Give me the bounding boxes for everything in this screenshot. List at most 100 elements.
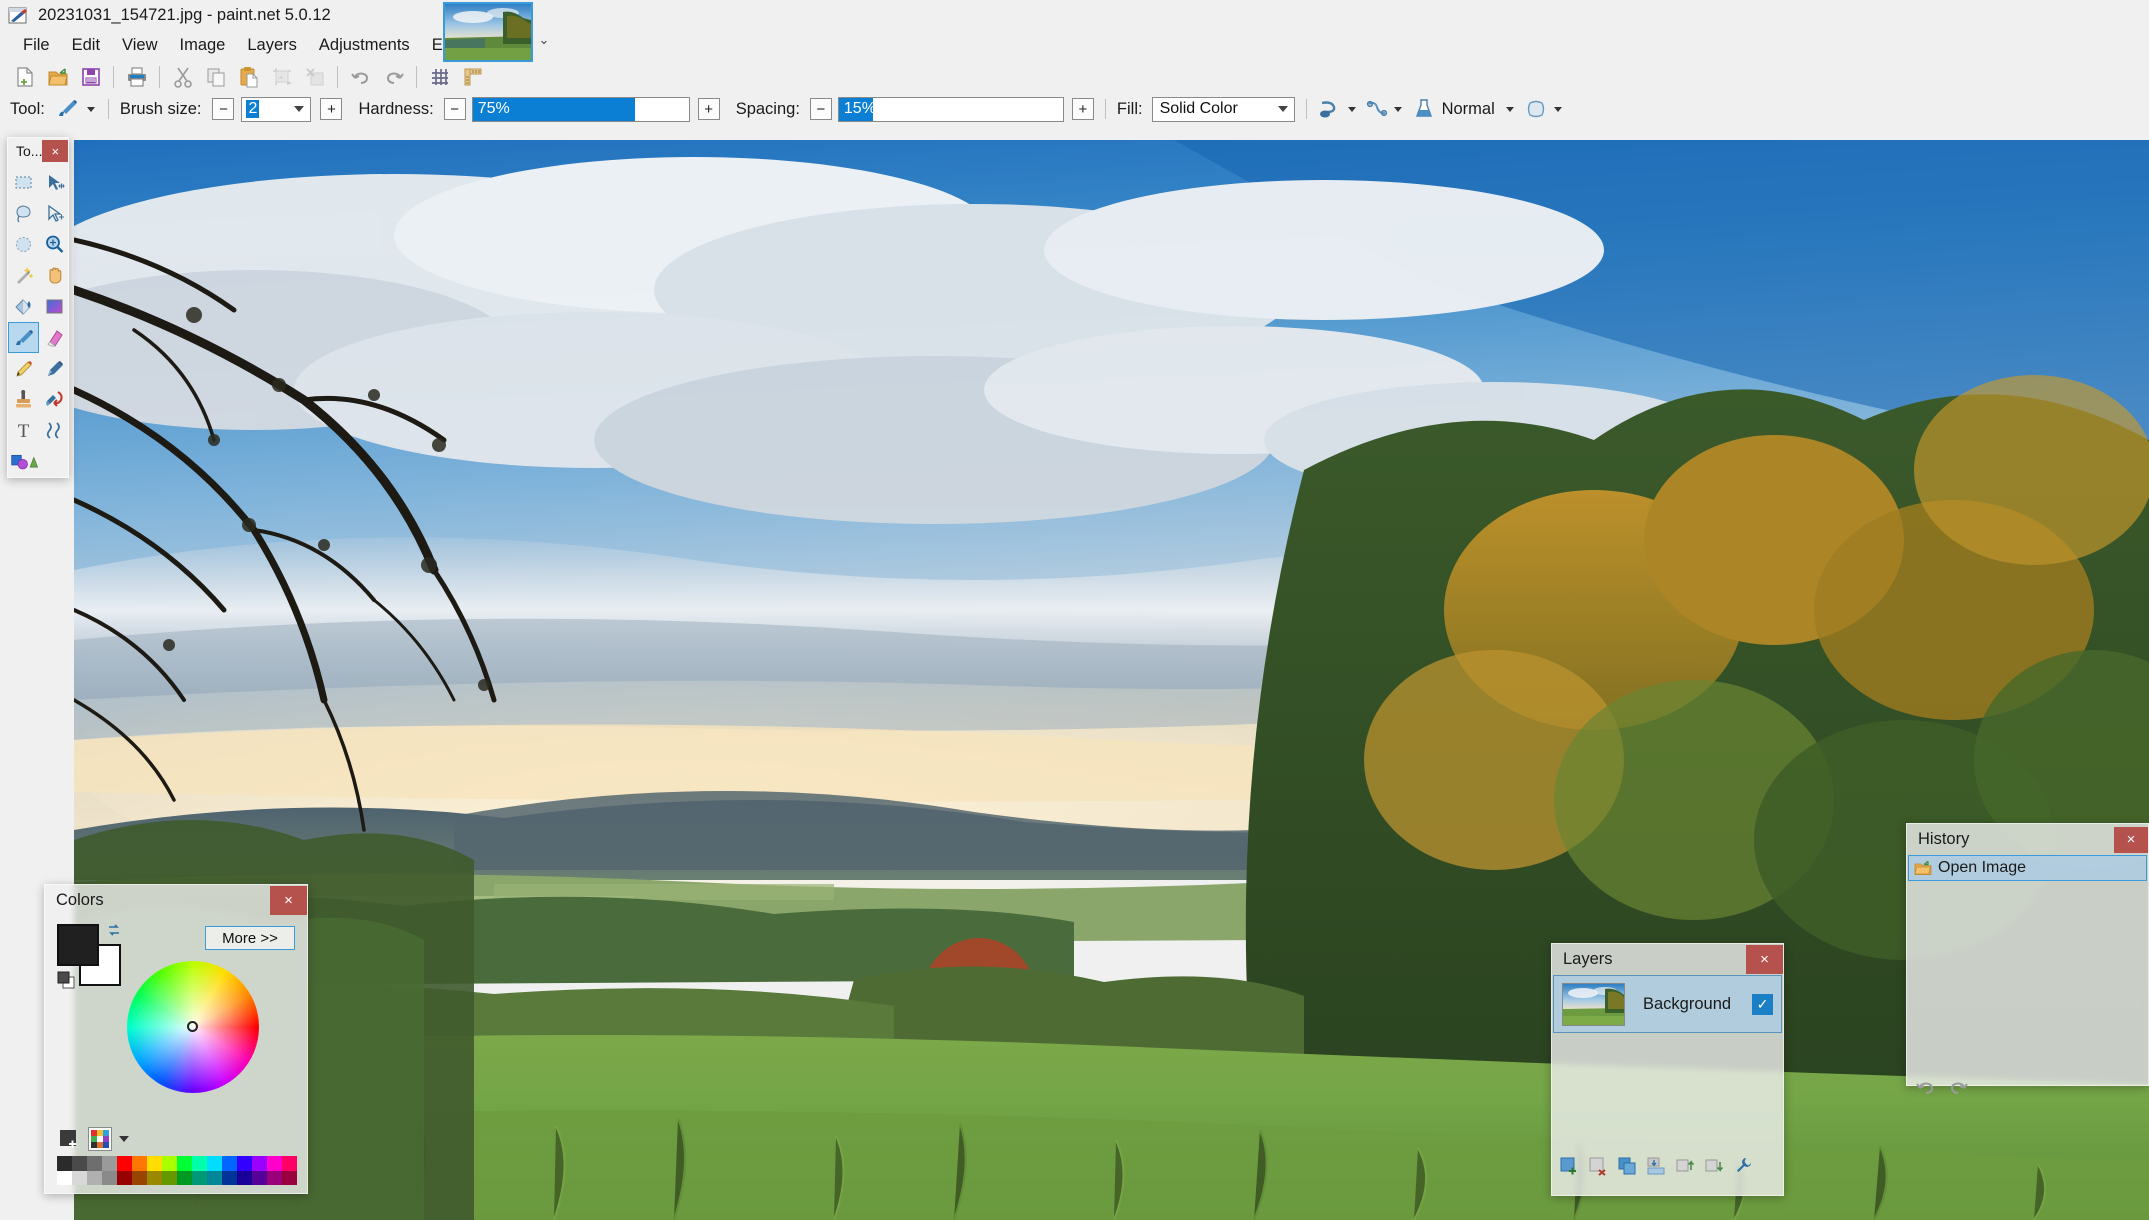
palette-swatch-row-2[interactable] bbox=[57, 1170, 297, 1185]
palette-icon[interactable] bbox=[88, 1127, 112, 1151]
color-wheel-cursor[interactable] bbox=[187, 1021, 198, 1032]
palette-swatch[interactable] bbox=[267, 1156, 282, 1171]
clipping-chevron-icon[interactable] bbox=[1552, 103, 1564, 115]
tools-panel-close-icon[interactable]: × bbox=[42, 140, 68, 162]
palette-swatch[interactable] bbox=[117, 1156, 132, 1171]
text-tool[interactable]: T bbox=[8, 415, 39, 446]
open-icon[interactable] bbox=[41, 62, 74, 91]
menu-edit[interactable]: Edit bbox=[61, 33, 111, 58]
chevron-down-icon[interactable] bbox=[1277, 106, 1288, 112]
palette-swatch[interactable] bbox=[282, 1156, 297, 1171]
history-panel-close-icon[interactable]: × bbox=[2114, 826, 2148, 853]
swap-colors-icon[interactable] bbox=[106, 922, 122, 938]
palette-swatch[interactable] bbox=[57, 1170, 72, 1185]
history-panel-header[interactable]: History × bbox=[1907, 824, 2148, 855]
grid-icon[interactable] bbox=[423, 62, 456, 91]
palette-swatch[interactable] bbox=[222, 1156, 237, 1171]
spacing-slider[interactable]: 15% bbox=[837, 96, 1064, 122]
pencil-tool[interactable] bbox=[8, 353, 39, 384]
palette-swatch[interactable] bbox=[147, 1156, 162, 1171]
palette-swatch[interactable] bbox=[162, 1156, 177, 1171]
pan-tool[interactable] bbox=[39, 260, 70, 291]
history-undo-icon[interactable] bbox=[1915, 1076, 1937, 1096]
more-colors-button[interactable]: More >> bbox=[205, 926, 295, 950]
shapes-tool[interactable] bbox=[8, 446, 39, 477]
smoothing-chevron-icon[interactable] bbox=[1392, 103, 1404, 115]
palette-swatch[interactable] bbox=[177, 1170, 192, 1185]
palette-swatch[interactable] bbox=[72, 1170, 87, 1185]
selection-clipping-icon[interactable] bbox=[1525, 98, 1547, 120]
reset-colors-icon[interactable] bbox=[55, 968, 77, 990]
redo-icon[interactable] bbox=[377, 62, 410, 91]
palette-swatch[interactable] bbox=[192, 1156, 207, 1171]
layer-properties-icon[interactable] bbox=[1731, 1154, 1755, 1178]
move-layer-up-icon[interactable] bbox=[1673, 1154, 1697, 1178]
palette-swatch[interactable] bbox=[132, 1156, 147, 1171]
palette-swatch[interactable] bbox=[132, 1170, 147, 1185]
palette-swatch[interactable] bbox=[72, 1156, 87, 1171]
palette-swatch[interactable] bbox=[177, 1156, 192, 1171]
antialiasing-icon[interactable] bbox=[1318, 98, 1342, 120]
color-picker-tool[interactable] bbox=[39, 353, 70, 384]
image-tab-thumbnail[interactable] bbox=[443, 2, 533, 62]
layer-list-item[interactable]: Background ✓ bbox=[1553, 975, 1782, 1033]
colors-panel-header[interactable]: Colors × bbox=[45, 885, 307, 916]
fill-dropdown[interactable]: Solid Color bbox=[1151, 96, 1295, 122]
spacing-increment-button[interactable]: + bbox=[1071, 98, 1094, 120]
menu-adjustments[interactable]: Adjustments bbox=[308, 33, 421, 58]
print-icon[interactable] bbox=[120, 62, 153, 91]
palette-swatch[interactable] bbox=[252, 1156, 267, 1171]
antialiasing-chevron-icon[interactable] bbox=[1346, 103, 1358, 115]
delete-layer-icon[interactable] bbox=[1586, 1154, 1610, 1178]
palette-swatch[interactable] bbox=[117, 1170, 132, 1185]
layer-visibility-checkbox[interactable]: ✓ bbox=[1752, 993, 1773, 1015]
menu-image[interactable]: Image bbox=[169, 33, 237, 58]
palette-swatch[interactable] bbox=[102, 1170, 117, 1185]
palette-swatch[interactable] bbox=[222, 1170, 237, 1185]
colors-panel-close-icon[interactable]: × bbox=[270, 886, 307, 915]
palette-swatch[interactable] bbox=[237, 1156, 252, 1171]
undo-icon[interactable] bbox=[344, 62, 377, 91]
chevron-down-icon[interactable] bbox=[119, 1136, 129, 1142]
primary-color-swatch[interactable] bbox=[57, 924, 99, 966]
spacing-decrement-button[interactable]: − bbox=[809, 98, 832, 120]
menu-view[interactable]: View bbox=[111, 33, 168, 58]
brush-size-input[interactable]: 2 bbox=[241, 96, 312, 122]
move-selected-pixels-tool[interactable] bbox=[39, 167, 70, 198]
paint-bucket-tool[interactable] bbox=[8, 291, 39, 322]
menu-layers[interactable]: Layers bbox=[236, 33, 308, 58]
brush-size-increment-button[interactable]: + bbox=[320, 98, 343, 120]
palette-swatch[interactable] bbox=[252, 1170, 267, 1185]
line-curve-tool[interactable] bbox=[39, 415, 70, 446]
rectangle-select-tool[interactable] bbox=[8, 167, 39, 198]
palette-swatch[interactable] bbox=[147, 1170, 162, 1185]
palette-swatch[interactable] bbox=[237, 1170, 252, 1185]
smoothing-icon[interactable] bbox=[1366, 98, 1388, 120]
palette-swatch[interactable] bbox=[87, 1156, 102, 1171]
eraser-tool[interactable] bbox=[39, 322, 70, 353]
palette-swatch[interactable] bbox=[282, 1170, 297, 1185]
blend-mode-icon[interactable] bbox=[1413, 98, 1435, 120]
palette-swatch[interactable] bbox=[57, 1156, 72, 1171]
palette-swatch[interactable] bbox=[87, 1170, 102, 1185]
palette-swatch[interactable] bbox=[267, 1170, 282, 1185]
layers-panel-header[interactable]: Layers × bbox=[1552, 944, 1783, 975]
lasso-select-tool[interactable] bbox=[8, 198, 39, 229]
cut-icon[interactable] bbox=[166, 62, 199, 91]
menu-file[interactable]: File bbox=[12, 33, 61, 58]
tools-panel-header[interactable]: To... × bbox=[8, 138, 68, 164]
blend-mode-chevron-icon[interactable] bbox=[1504, 103, 1516, 115]
palette-swatch[interactable] bbox=[162, 1170, 177, 1185]
palette-swatch[interactable] bbox=[207, 1170, 222, 1185]
paintbrush-tool[interactable] bbox=[8, 322, 39, 353]
hardness-slider[interactable]: 75% bbox=[471, 96, 690, 122]
paintbrush-icon[interactable] bbox=[55, 98, 79, 120]
hardness-decrement-button[interactable]: − bbox=[443, 98, 466, 120]
chevron-down-icon[interactable] bbox=[294, 106, 305, 112]
palette-swatch[interactable] bbox=[207, 1156, 222, 1171]
layers-panel-close-icon[interactable]: × bbox=[1746, 945, 1783, 974]
zoom-tool[interactable] bbox=[39, 229, 70, 260]
recolor-tool[interactable] bbox=[39, 384, 70, 415]
clone-stamp-tool[interactable] bbox=[8, 384, 39, 415]
palette-swatch[interactable] bbox=[102, 1156, 117, 1171]
